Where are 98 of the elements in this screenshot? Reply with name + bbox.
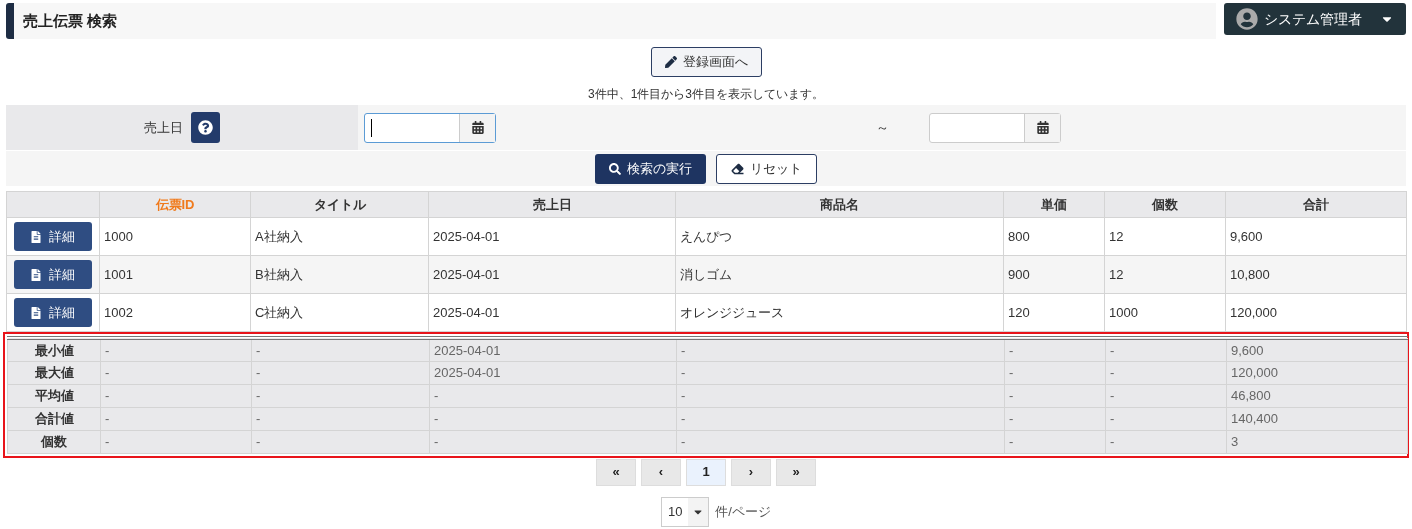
summary-cell: - bbox=[1004, 407, 1106, 430]
summary-cell: - bbox=[676, 407, 1005, 430]
help-icon bbox=[198, 120, 213, 135]
column-header[interactable]: 単価 bbox=[1003, 191, 1105, 218]
page-size-select[interactable]: 10 bbox=[661, 496, 710, 527]
summary-cell: - bbox=[100, 361, 252, 384]
table-cell: 12 bbox=[1104, 255, 1226, 294]
summary-label: 合計値 bbox=[7, 407, 101, 430]
user-menu[interactable]: システム管理者 bbox=[1224, 3, 1406, 35]
summary-cell: 140,400 bbox=[1226, 407, 1408, 430]
column-header[interactable]: 売上日 bbox=[428, 191, 676, 218]
table-cell: 800 bbox=[1003, 217, 1105, 256]
summary-cell: - bbox=[1004, 338, 1106, 361]
table-cell: 120 bbox=[1003, 293, 1105, 332]
summary-cell: - bbox=[676, 338, 1005, 361]
page-size-unit: 件/ページ bbox=[715, 502, 771, 521]
summary-cell: 2025-04-01 bbox=[429, 338, 677, 361]
summary-cell: 9,600 bbox=[1226, 338, 1408, 361]
page-button[interactable]: 1 bbox=[686, 458, 726, 486]
summary-cell: - bbox=[100, 430, 252, 453]
column-header[interactable]: 商品名 bbox=[675, 191, 1004, 218]
summary-cell: - bbox=[251, 384, 430, 407]
summary-cell: 3 bbox=[1226, 430, 1408, 453]
table-cell: 2025-04-01 bbox=[428, 217, 676, 256]
summary-cell: - bbox=[1004, 361, 1106, 384]
summary-cell: - bbox=[251, 407, 430, 430]
pencil-icon bbox=[664, 56, 677, 68]
field-label: 売上日 bbox=[144, 118, 183, 137]
column-header[interactable]: タイトル bbox=[250, 191, 429, 218]
page-button[interactable]: » bbox=[776, 458, 816, 486]
summary-cell: - bbox=[251, 430, 430, 453]
summary-cell: - bbox=[251, 361, 430, 384]
column-header[interactable]: 個数 bbox=[1104, 191, 1226, 218]
eraser-icon bbox=[731, 162, 744, 175]
search-icon bbox=[609, 162, 621, 175]
document-icon bbox=[31, 268, 41, 281]
summary-cell: - bbox=[1004, 384, 1106, 407]
table-cell: C社納入 bbox=[250, 293, 429, 332]
register-button[interactable]: 登録画面へ bbox=[650, 47, 762, 77]
date-field[interactable] bbox=[364, 112, 496, 143]
table-cell: 120,000 bbox=[1225, 293, 1407, 332]
result-message: 3件中、1件目から3件目を表示しています。 bbox=[588, 86, 824, 103]
summary-cell: - bbox=[676, 384, 1005, 407]
summary-label: 個数 bbox=[7, 430, 101, 453]
avatar-icon bbox=[1236, 8, 1258, 30]
calendar-icon bbox=[1036, 121, 1049, 134]
summary-cell: - bbox=[100, 338, 252, 361]
summary-label: 平均値 bbox=[7, 384, 101, 407]
summary-cell: - bbox=[429, 407, 677, 430]
table-cell: 2025-04-01 bbox=[428, 293, 676, 332]
summary-cell: - bbox=[100, 384, 252, 407]
table-cell: 12 bbox=[1104, 217, 1226, 256]
summary-cell: - bbox=[1004, 430, 1106, 453]
summary-cell: - bbox=[1105, 361, 1227, 384]
summary-cell: - bbox=[429, 384, 677, 407]
table-cell: 2025-04-01 bbox=[428, 255, 676, 294]
page-button[interactable]: « bbox=[596, 458, 636, 486]
table-cell: A社納入 bbox=[250, 217, 429, 256]
calendar-icon bbox=[471, 121, 484, 134]
summary-cell: 46,800 bbox=[1226, 384, 1408, 407]
summary-cell: - bbox=[1105, 407, 1227, 430]
document-icon bbox=[31, 306, 41, 319]
summary-cell: - bbox=[429, 430, 677, 453]
summary-cell: 120,000 bbox=[1226, 361, 1408, 384]
detail-button[interactable]: 詳細 bbox=[14, 222, 92, 251]
table-cell: 10,800 bbox=[1225, 255, 1407, 294]
summary-cell: - bbox=[676, 361, 1005, 384]
table-cell: 1002 bbox=[99, 293, 251, 332]
page-title: 売上伝票 検索 bbox=[23, 10, 118, 31]
detail-button[interactable]: 詳細 bbox=[14, 298, 92, 327]
search-button[interactable]: 検索の実行 bbox=[595, 153, 706, 184]
table-cell: 900 bbox=[1003, 255, 1105, 294]
table-cell: オレンジジュース bbox=[675, 293, 1004, 332]
summary-cell: - bbox=[1105, 338, 1227, 361]
column-header[interactable]: 合計 bbox=[1225, 191, 1407, 218]
summary-cell: - bbox=[1105, 430, 1227, 453]
help-button[interactable] bbox=[191, 112, 220, 143]
date-field[interactable] bbox=[929, 112, 1061, 143]
summary-cell: 2025-04-01 bbox=[429, 361, 677, 384]
summary-cell: - bbox=[676, 430, 1005, 453]
reset-button[interactable]: リセット bbox=[716, 153, 817, 184]
table-cell: 1001 bbox=[99, 255, 251, 294]
table-cell: 1000 bbox=[99, 217, 251, 256]
summary-cell: - bbox=[100, 407, 252, 430]
table-cell: 9,600 bbox=[1225, 217, 1407, 256]
page-button[interactable]: ‹ bbox=[641, 458, 681, 486]
summary-cell: - bbox=[251, 338, 430, 361]
page-button[interactable]: › bbox=[731, 458, 771, 486]
range-separator: ～ bbox=[876, 118, 889, 137]
table-cell: 1000 bbox=[1104, 293, 1226, 332]
table-cell: 消しゴム bbox=[675, 255, 1004, 294]
detail-button[interactable]: 詳細 bbox=[14, 260, 92, 289]
summary-label: 最大値 bbox=[7, 361, 101, 384]
summary-cell: - bbox=[1105, 384, 1227, 407]
summary-label: 最小値 bbox=[7, 338, 101, 361]
document-icon bbox=[31, 230, 41, 243]
table-cell: えんぴつ bbox=[675, 217, 1004, 256]
table-cell: B社納入 bbox=[250, 255, 429, 294]
